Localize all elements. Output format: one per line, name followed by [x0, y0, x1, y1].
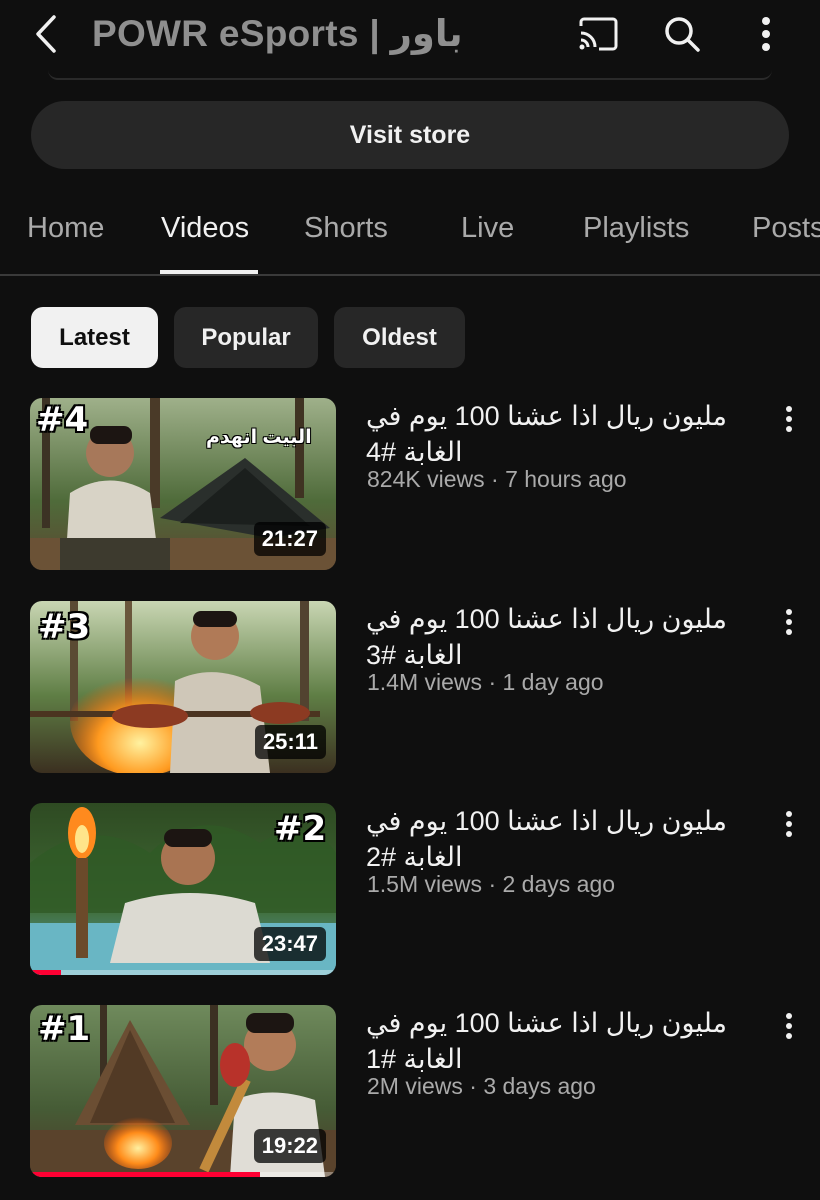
video-thumbnail[interactable]: #4 البيت انهدم 21:27 — [30, 398, 336, 570]
channel-tabs: Home Videos Shorts Live Playlists Posts — [0, 190, 820, 276]
episode-badge: #2 — [274, 809, 327, 849]
meta-separator: · — [491, 466, 499, 492]
tab-shorts[interactable]: Shorts — [304, 212, 388, 245]
filter-oldest-chip[interactable]: Oldest — [334, 307, 465, 368]
upload-age: 3 days ago — [483, 1073, 596, 1099]
watch-progress-bar — [30, 1172, 260, 1177]
video-thumbnail[interactable]: #1 19:22 — [30, 1005, 336, 1177]
video-title-line: الغابة #1 — [366, 1044, 463, 1074]
video-title[interactable]: مليون ريال اذا عشنا 100 يوم في الغابة #1 — [366, 1005, 746, 1077]
active-tab-indicator — [160, 270, 258, 274]
upload-age: 1 day ago — [502, 669, 604, 695]
view-count: 1.5M views — [367, 871, 483, 897]
video-item[interactable]: #3 25:11 مليون ريال اذا عشنا 100 يوم في … — [0, 601, 820, 777]
app-header: POWR eSports | باور — [0, 0, 820, 70]
video-title-line: الغابة #3 — [366, 640, 463, 670]
more-vert-icon — [786, 609, 792, 635]
meta-separator: · — [469, 1073, 477, 1099]
tab-home[interactable]: Home — [27, 212, 104, 245]
upload-age: 7 hours ago — [505, 466, 627, 492]
video-title-line: الغابة #2 — [366, 842, 463, 872]
cast-button[interactable] — [574, 10, 622, 58]
more-vert-icon — [786, 811, 792, 837]
video-meta: 824K views · 7 hours ago — [367, 466, 627, 493]
video-title-line: مليون ريال اذا عشنا 100 يوم في — [366, 604, 727, 634]
thumbnail-overlay-text: البيت انهدم — [206, 427, 312, 448]
search-button[interactable] — [658, 10, 706, 58]
search-icon — [665, 17, 700, 52]
video-duration: 19:22 — [253, 1129, 326, 1163]
video-thumbnail[interactable]: #2 23:47 — [30, 803, 336, 975]
episode-badge: #4 — [36, 400, 89, 440]
tab-videos[interactable]: Videos — [161, 212, 249, 245]
video-meta: 1.4M views · 1 day ago — [367, 669, 604, 696]
view-count: 1.4M views — [367, 669, 483, 695]
video-meta: 2M views · 3 days ago — [367, 1073, 596, 1100]
episode-badge: #3 — [38, 607, 91, 647]
cast-icon — [579, 17, 618, 51]
video-title-line: مليون ريال اذا عشنا 100 يوم في — [366, 806, 727, 836]
video-item[interactable]: #1 19:22 مليون ريال اذا عشنا 100 يوم في … — [0, 1005, 820, 1181]
video-menu-button[interactable] — [772, 807, 806, 841]
tab-posts[interactable]: Posts — [752, 212, 820, 245]
video-menu-button[interactable] — [772, 402, 806, 436]
video-title[interactable]: مليون ريال اذا عشنا 100 يوم في الغابة #3 — [366, 601, 746, 673]
chevron-left-icon — [36, 15, 56, 53]
video-thumbnail[interactable]: #3 25:11 — [30, 601, 336, 773]
visit-store-button[interactable]: Visit store — [31, 101, 789, 169]
video-title-line: الغابة #4 — [366, 437, 463, 467]
video-title-line: مليون ريال اذا عشنا 100 يوم في — [366, 1008, 727, 1038]
episode-badge: #1 — [38, 1009, 91, 1049]
header-divider — [48, 70, 772, 80]
tab-playlists[interactable]: Playlists — [583, 212, 689, 245]
video-title[interactable]: مليون ريال اذا عشنا 100 يوم في الغابة #4 — [366, 398, 746, 470]
video-duration: 23:47 — [253, 927, 326, 961]
meta-separator: · — [488, 669, 497, 695]
meta-separator: · — [488, 871, 497, 897]
video-title[interactable]: مليون ريال اذا عشنا 100 يوم في الغابة #2 — [366, 803, 746, 875]
watch-progress-track — [30, 970, 336, 975]
video-duration: 21:27 — [253, 522, 326, 556]
video-item[interactable]: #4 البيت انهدم 21:27 مليون ريال اذا عشنا… — [0, 398, 820, 574]
watch-progress-bar — [30, 970, 61, 975]
more-vert-icon — [786, 406, 792, 432]
view-count: 2M views — [367, 1073, 463, 1099]
video-menu-button[interactable] — [772, 605, 806, 639]
video-menu-button[interactable] — [772, 1009, 806, 1043]
more-vert-icon — [786, 1013, 792, 1039]
view-count: 824K views — [367, 466, 485, 492]
filter-latest-chip[interactable]: Latest — [31, 307, 158, 368]
filter-popular-chip[interactable]: Popular — [174, 307, 318, 368]
upload-age: 2 days ago — [502, 871, 616, 897]
back-button[interactable] — [26, 12, 66, 56]
video-meta: 1.5M views · 2 days ago — [367, 871, 615, 898]
video-duration: 25:11 — [254, 725, 326, 759]
video-title-line: مليون ريال اذا عشنا 100 يوم في — [366, 401, 727, 431]
tab-live[interactable]: Live — [461, 212, 514, 245]
more-options-button[interactable] — [742, 10, 790, 58]
more-vert-icon — [762, 17, 770, 51]
video-item[interactable]: #2 23:47 مليون ريال اذا عشنا 100 يوم في … — [0, 803, 820, 979]
channel-title: POWR eSports | باور — [92, 13, 463, 54]
